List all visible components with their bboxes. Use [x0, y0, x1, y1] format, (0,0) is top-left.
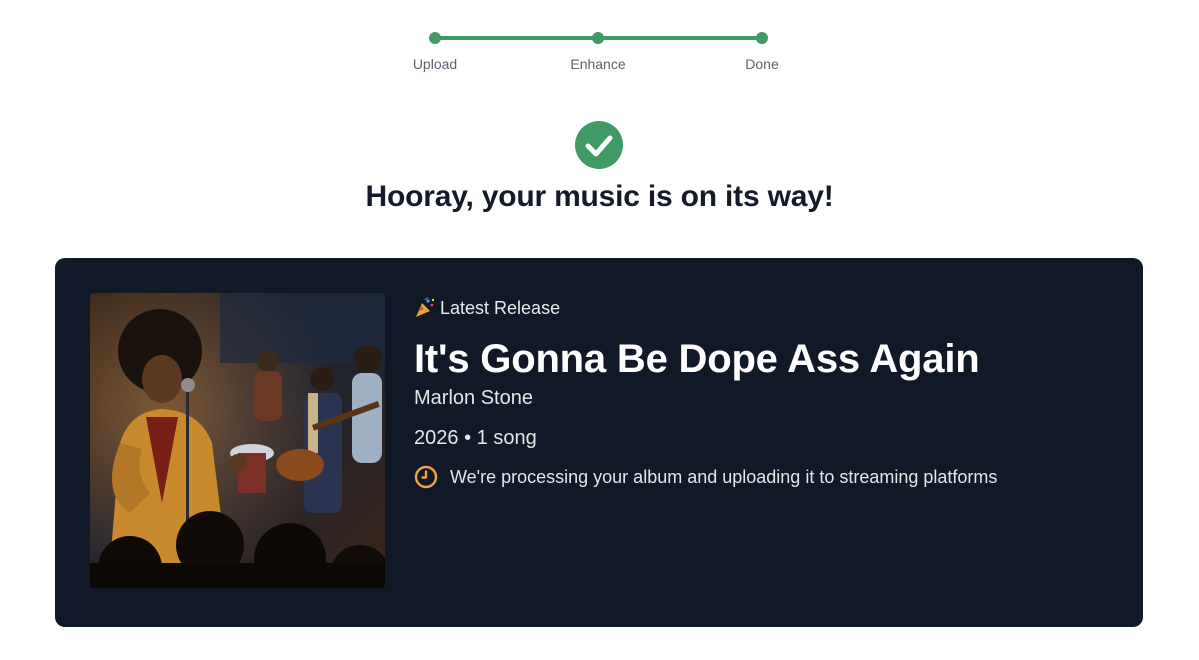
step-dot-upload [429, 32, 441, 44]
progress-stepper: Upload Enhance Done [0, 0, 1199, 90]
processing-status-text: We're processing your album and uploadin… [450, 466, 998, 487]
check-circle-icon [575, 121, 623, 169]
release-title: It's Gonna Be Dope Ass Again [414, 337, 980, 381]
processing-status: We're processing your album and uploadin… [414, 465, 1114, 489]
album-cover-artwork [90, 293, 385, 588]
step-connector-1 [435, 36, 598, 40]
step-label-enhance: Enhance [570, 56, 626, 72]
step-dot-done [756, 32, 768, 44]
latest-release-card: Latest Release It's Gonna Be Dope Ass Ag… [55, 258, 1143, 627]
step-label-done: Done [745, 56, 779, 72]
release-info: Latest Release It's Gonna Be Dope Ass Ag… [414, 295, 1114, 489]
clock-icon [414, 465, 438, 489]
step-connector-2 [598, 36, 762, 40]
step-label-upload: Upload [412, 56, 458, 72]
release-year: 2026 [414, 427, 459, 449]
step-dot-enhance [592, 32, 604, 44]
album-cover [90, 293, 385, 588]
success-headline: Hooray, your music is on its way! [365, 180, 834, 213]
release-meta: 2026 • 1 song [414, 425, 1114, 451]
latest-release-label: Latest Release [440, 297, 561, 318]
release-artist: Marlon Stone [414, 387, 533, 409]
latest-release-badge: Latest Release [414, 295, 1114, 321]
meta-separator: • [464, 427, 472, 449]
party-popper-icon [416, 297, 435, 317]
release-song-count: 1 song [476, 427, 537, 449]
